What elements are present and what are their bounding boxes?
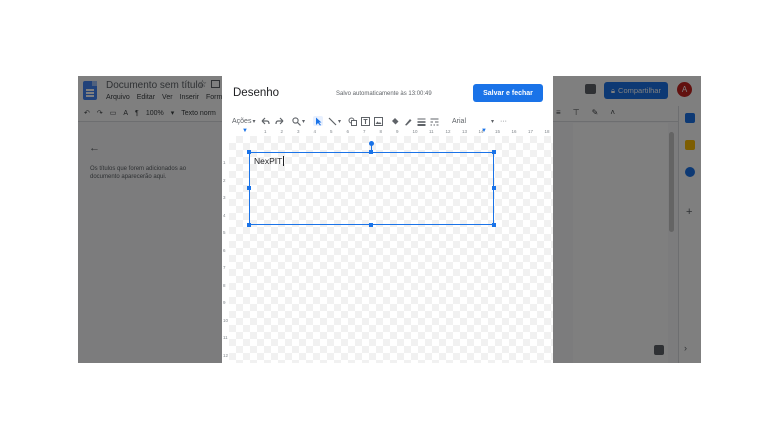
resize-handle-top-right[interactable] bbox=[492, 150, 496, 154]
chevron-down-icon: ▾ bbox=[302, 118, 306, 125]
text-box-icon[interactable] bbox=[361, 116, 370, 126]
redo-icon[interactable] bbox=[275, 116, 284, 126]
ruler-tick-label: 1 bbox=[223, 160, 226, 165]
ruler-tick-label: 9 bbox=[396, 129, 399, 134]
resize-handle-bottom-right[interactable] bbox=[492, 223, 496, 227]
selected-text-box[interactable]: NexPIT bbox=[249, 152, 494, 225]
select-tool-icon[interactable] bbox=[313, 116, 323, 126]
ruler-tick-label: 3 bbox=[223, 195, 226, 200]
ruler-tick-label: 5 bbox=[330, 129, 333, 134]
ruler-tick-label: 6 bbox=[346, 129, 350, 134]
ruler-tick-label: 17 bbox=[528, 129, 534, 134]
resize-handle-bottom[interactable] bbox=[369, 223, 373, 227]
drawing-dialog: Desenho Salvo automaticamente às 13:00:4… bbox=[222, 76, 553, 363]
vertical-ruler[interactable]: 1 2 3 4 5 6 7 8 9 10 11 12 bbox=[222, 136, 229, 363]
ruler-tick-label: 10 bbox=[223, 317, 229, 323]
border-dash-icon[interactable] bbox=[430, 116, 439, 126]
save-and-close-button[interactable]: Salvar e fechar bbox=[473, 84, 543, 102]
ruler-tick-label: 14 bbox=[478, 129, 484, 134]
text-box-content[interactable]: NexPIT bbox=[254, 156, 285, 166]
ruler-tick-label: 7 bbox=[223, 265, 226, 270]
font-name: Arial bbox=[452, 117, 467, 125]
resize-handle-top-left[interactable] bbox=[247, 150, 251, 154]
ruler-tick-label: 2 bbox=[223, 177, 226, 183]
ruler-tick-label: 15 bbox=[495, 129, 501, 134]
ruler-tick-label: 13 bbox=[462, 129, 468, 134]
ruler-tick-label: 1 bbox=[264, 129, 267, 134]
ruler-tick-label: 8 bbox=[223, 282, 226, 288]
ruler-tick-label: 10 bbox=[412, 129, 418, 134]
ruler-tick-label: 5 bbox=[223, 230, 226, 235]
chevron-down-icon: ▾ bbox=[252, 118, 256, 125]
resize-handle-left[interactable] bbox=[247, 186, 251, 190]
fill-color-icon[interactable] bbox=[391, 116, 400, 126]
border-color-icon[interactable] bbox=[404, 116, 413, 126]
drawing-toolbar: Ações ▾ ▾ ▾ Arial ▾ ··· bbox=[222, 113, 553, 129]
ruler-tick-label: 4 bbox=[223, 212, 226, 218]
dialog-title: Desenho bbox=[233, 87, 280, 99]
image-icon[interactable] bbox=[374, 116, 383, 126]
drawing-canvas[interactable]: NexPIT bbox=[229, 136, 553, 363]
ruler-tick-label: 12 bbox=[223, 352, 229, 358]
text-cursor bbox=[283, 156, 285, 166]
ruler-tick-label: 11 bbox=[429, 129, 434, 134]
ruler-tick-label: 6 bbox=[223, 247, 226, 253]
zoom-icon[interactable]: ▾ bbox=[292, 116, 305, 126]
actions-menu[interactable]: Ações ▾ bbox=[232, 116, 255, 126]
chevron-down-icon: ▾ bbox=[338, 118, 342, 125]
resize-handle-top[interactable] bbox=[369, 150, 373, 154]
ruler-tick-label: 9 bbox=[223, 300, 226, 305]
ruler-tick-label: 8 bbox=[379, 129, 383, 134]
horizontal-ruler[interactable]: ▼ ▼ 1 2 3 4 5 6 7 8 9 10 11 12 13 14 15 16 17 18 bbox=[222, 128, 553, 136]
font-select[interactable]: Arial ▾ bbox=[452, 116, 494, 126]
ruler-tick-label: 16 bbox=[511, 129, 517, 134]
text-box-text: NexPIT bbox=[254, 156, 283, 166]
ruler-tick-label: 11 bbox=[223, 335, 228, 340]
actions-label: Ações bbox=[232, 117, 252, 125]
resize-handle-bottom-left[interactable] bbox=[247, 223, 251, 227]
screenshot: Documento sem título ☆ Arquivo Editar Ve… bbox=[0, 0, 782, 440]
resize-handle-right[interactable] bbox=[492, 186, 496, 190]
ruler-margin-marker-left[interactable]: ▼ bbox=[242, 128, 248, 134]
ruler-tick-label: 3 bbox=[297, 129, 300, 134]
autosave-status: Salvo automaticamente às 13:00:49 bbox=[336, 91, 432, 97]
ruler-tick-label: 18 bbox=[544, 129, 550, 134]
rotate-handle[interactable] bbox=[369, 141, 374, 146]
ruler-tick-label: 2 bbox=[280, 129, 284, 134]
more-options-icon[interactable]: ··· bbox=[500, 116, 507, 126]
line-tool-icon[interactable]: ▾ bbox=[328, 116, 341, 126]
shape-tool-icon[interactable] bbox=[348, 116, 357, 126]
chevron-down-icon: ▾ bbox=[490, 118, 494, 125]
ruler-tick-label: 12 bbox=[445, 129, 451, 134]
ruler-tick-label: 7 bbox=[363, 129, 366, 134]
ruler-tick-label: 4 bbox=[313, 129, 317, 134]
undo-icon[interactable] bbox=[261, 116, 270, 126]
border-weight-icon[interactable] bbox=[417, 116, 426, 126]
